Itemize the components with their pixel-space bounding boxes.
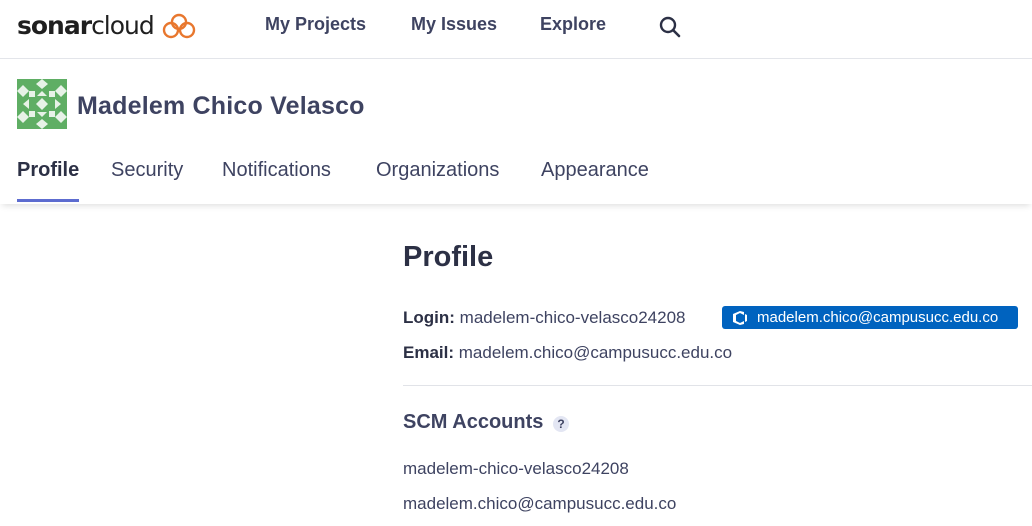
login-value: madelem-chico-velasco24208 bbox=[459, 308, 686, 327]
nav-explore[interactable]: Explore bbox=[540, 13, 606, 35]
logo-text: sonarcloud bbox=[17, 11, 155, 40]
scm-account-item: madelem-chico-velasco24208 bbox=[403, 459, 629, 478]
scm-account-item: madelem.chico@campusucc.edu.co bbox=[403, 494, 677, 513]
tab-appearance[interactable]: Appearance bbox=[541, 158, 649, 182]
tab-notifications[interactable]: Notifications bbox=[222, 158, 331, 182]
identity-provider-badge: madelem.chico@campusucc.edu.co bbox=[722, 306, 1018, 329]
email-value: madelem.chico@campusucc.edu.co bbox=[458, 343, 733, 362]
identicon-avatar bbox=[17, 79, 67, 129]
section-divider bbox=[403, 385, 1032, 386]
login-row: Login: madelem-chico-velasco24208 bbox=[403, 307, 686, 329]
badge-email: madelem.chico@campusucc.edu.co bbox=[757, 309, 999, 326]
nav-my-issues[interactable]: My Issues bbox=[411, 13, 497, 35]
azure-devops-icon bbox=[733, 310, 747, 325]
scm-accounts-heading: SCM Accounts bbox=[403, 411, 544, 433]
sonarcloud-logo[interactable]: sonarcloud bbox=[17, 11, 196, 41]
nav-my-projects[interactable]: My Projects bbox=[265, 13, 366, 35]
account-header: Madelem Chico Velasco Profile Security N… bbox=[0, 59, 1032, 204]
user-name-heading: Madelem Chico Velasco bbox=[77, 92, 365, 120]
search-icon[interactable] bbox=[658, 15, 682, 39]
email-label: Email: bbox=[403, 343, 455, 362]
active-tab-indicator bbox=[17, 199, 79, 202]
cloud-logo-icon bbox=[162, 13, 195, 39]
email-row: Email: madelem.chico@campusucc.edu.co bbox=[403, 342, 732, 364]
help-icon[interactable]: ? bbox=[553, 416, 569, 432]
page-title: Profile bbox=[403, 241, 494, 273]
top-navigation-bar: sonarcloud My Projects My Issues Explore bbox=[0, 0, 1032, 59]
login-label: Login: bbox=[403, 308, 455, 327]
tab-organizations[interactable]: Organizations bbox=[376, 158, 499, 182]
tab-profile[interactable]: Profile bbox=[17, 158, 79, 182]
tab-security[interactable]: Security bbox=[111, 158, 183, 182]
